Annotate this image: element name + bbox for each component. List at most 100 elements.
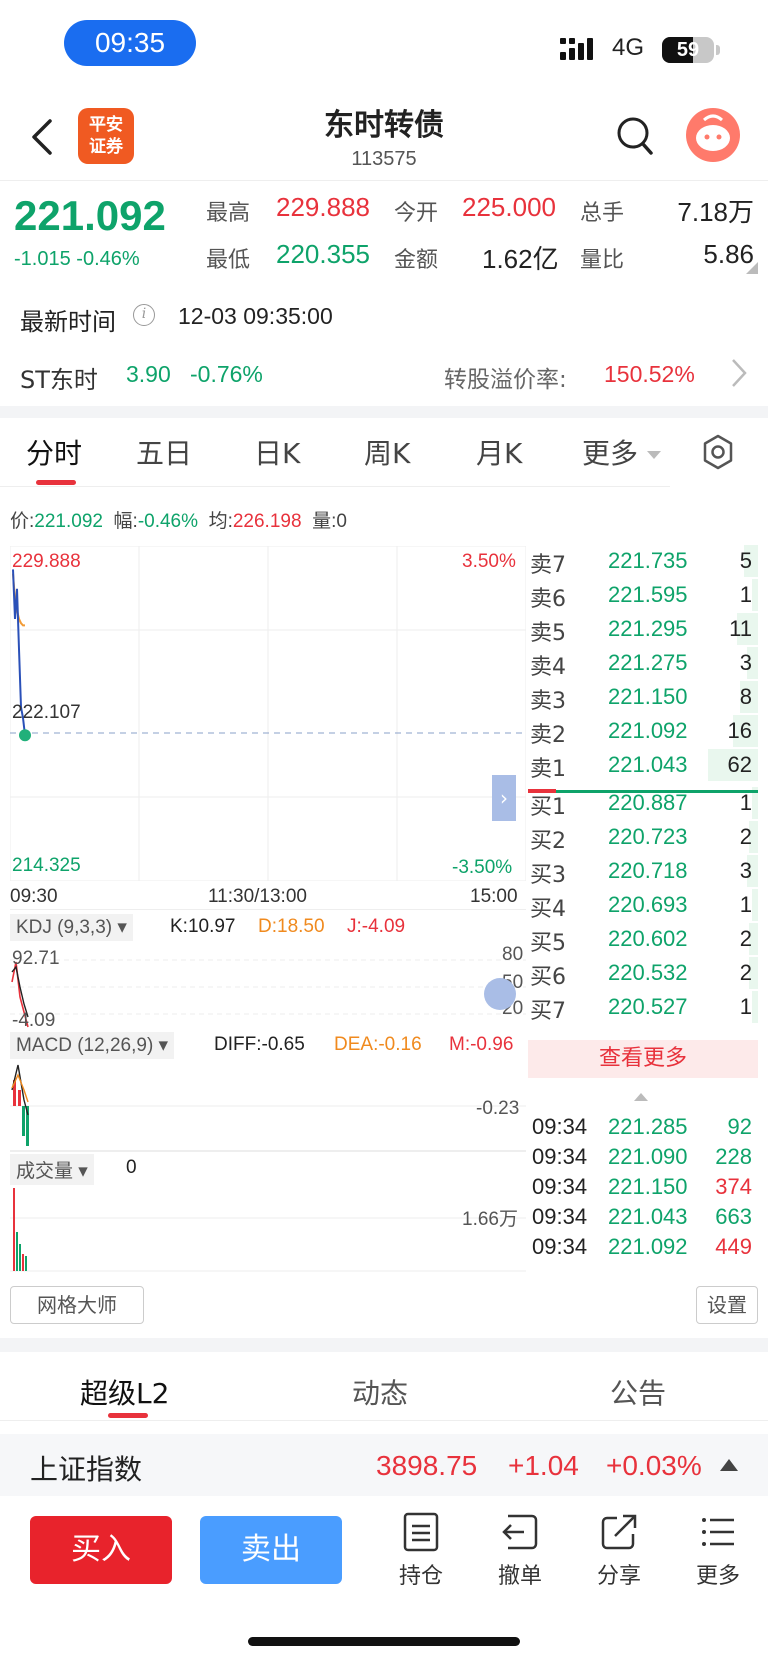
trade-qty: 374 [715,1174,752,1199]
low-label: 最低 [206,248,251,273]
share-action[interactable]: 分享 [584,1512,654,1590]
bid-row[interactable]: 买5 220.602 2 [528,922,758,956]
gear-icon[interactable] [700,434,736,470]
bid-row[interactable]: 买3 220.718 3 [528,854,758,888]
ask-row[interactable]: 卖2 221.092 16 [528,714,758,748]
y-high-label: 229.888 [12,551,81,572]
orderbook-split-marker [528,789,556,793]
info-icon[interactable]: i [133,304,155,326]
level-label: 买2 [530,829,566,854]
last-price: 221.092 [14,192,166,239]
buy-button[interactable]: 买入 [30,1516,172,1584]
home-indicator[interactable] [248,1637,520,1646]
kdj-top-label: 92.71 [12,948,60,969]
level-label: 卖5 [530,621,566,646]
sell-button[interactable]: 卖出 [200,1516,342,1584]
tab-weekly-k[interactable]: 周K [364,432,410,472]
volume-value: 7.18万 [677,197,754,227]
level-label: 卖2 [530,723,566,748]
ask-row[interactable]: 卖7 221.735 5 [528,544,758,578]
info-vol-label: 量: [312,511,337,532]
level-qty: 2 [739,824,752,849]
macd-m: M:-0.96 [449,1034,514,1055]
low-value: 220.355 [276,239,370,269]
premium-value: 150.52% [604,361,695,387]
caret-up-icon[interactable] [720,1458,738,1472]
trade-time: 09:34 [532,1114,588,1139]
info-price: 221.092 [34,511,103,532]
bid-row[interactable]: 买6 220.532 2 [528,956,758,990]
volume-chart[interactable] [10,1184,526,1272]
settings-button[interactable]: 设置 [696,1286,758,1324]
fullscreen-icon[interactable] [484,978,516,1010]
info-avg: 226.198 [232,511,302,532]
grid-master-button[interactable]: 网格大师 [10,1286,144,1324]
volume-current: 0 [126,1157,137,1178]
share-label: 分享 [596,1564,641,1589]
search-icon[interactable] [616,116,654,156]
amount-label: 金额 [394,248,439,273]
level-qty: 1 [739,892,752,917]
caret-up-icon[interactable] [634,1092,648,1102]
expand-orderbook-button[interactable]: › [492,775,516,821]
assistant-avatar[interactable] [686,108,740,162]
tab-intraday[interactable]: 分时 [26,432,82,472]
more-action[interactable]: 更多 [683,1512,753,1590]
y-low-label: 214.325 [12,855,81,876]
pct-high-label: 3.50% [462,551,516,572]
more-label: 更多 [695,1564,740,1589]
kdj-chart[interactable] [10,942,526,1032]
macd-selector[interactable]: MACD (12,26,9) ▾ [10,1032,175,1059]
view-more-button[interactable]: 查看更多 [528,1040,758,1078]
trade-time: 09:34 [532,1174,588,1199]
tab-news[interactable]: 动态 [352,1372,408,1412]
tab-five-day[interactable]: 五日 [136,432,192,472]
underlying-stock-name[interactable]: ST东时 [20,360,98,395]
tab-super-l2[interactable]: 超级L2 [80,1372,169,1412]
bid-row[interactable]: 买2 220.723 2 [528,820,758,854]
battery-nub [716,45,720,55]
level-price: 220.693 [608,892,688,917]
kdj-divider [10,909,526,910]
chat-bot-icon [696,114,730,151]
ask-row[interactable]: 卖5 221.295 11 [528,612,758,646]
macd-chart[interactable] [10,1060,526,1152]
tab-announcements[interactable]: 公告 [610,1372,666,1412]
macd-dea: DEA:-0.16 [334,1034,422,1055]
ask-row[interactable]: 卖6 221.595 1 [528,578,758,612]
trade-qty: 228 [715,1144,752,1169]
bid-row[interactable]: 买4 220.693 1 [528,888,758,922]
tab-monthly-k[interactable]: 月K [476,432,522,472]
level-price: 221.092 [608,718,688,743]
trade-price: 221.092 [608,1234,688,1259]
ask-row[interactable]: 卖1 221.043 62 [528,748,758,782]
position-icon [403,1512,439,1552]
ask-row[interactable]: 卖4 221.275 3 [528,646,758,680]
chevron-right-icon[interactable] [730,357,748,389]
depth-bar [752,579,758,611]
level-label: 卖7 [530,553,566,578]
cancel-order-action[interactable]: 撤单 [485,1512,555,1590]
macd-diff: DIFF:-0.65 [214,1034,305,1055]
trade-time: 09:34 [532,1234,588,1259]
intraday-chart[interactable] [10,546,526,881]
collapse-corner-icon[interactable] [740,262,758,274]
battery-icon: 59 [662,37,714,63]
info-vol: 0 [336,511,347,532]
tab-daily-k[interactable]: 日K [254,432,300,472]
level-price: 221.150 [608,684,688,709]
tab-more[interactable]: 更多 [582,432,661,472]
ask-row[interactable]: 卖3 221.150 8 [528,680,758,714]
trade-qty: 449 [715,1234,752,1259]
premium-label: 转股溢价率: [444,367,567,393]
volume-selector[interactable]: 成交量 ▾ [10,1154,94,1185]
trade-price: 221.043 [608,1204,688,1229]
bid-row[interactable]: 买7 220.527 1 [528,990,758,1024]
level-price: 220.887 [608,790,688,815]
level-qty: 2 [739,960,752,985]
level-price: 220.723 [608,824,688,849]
position-action[interactable]: 持仓 [386,1512,456,1590]
kdj-selector[interactable]: KDJ (9,3,3) ▾ [10,914,133,941]
level-qty: 8 [739,684,752,709]
depth-bar [752,889,758,921]
